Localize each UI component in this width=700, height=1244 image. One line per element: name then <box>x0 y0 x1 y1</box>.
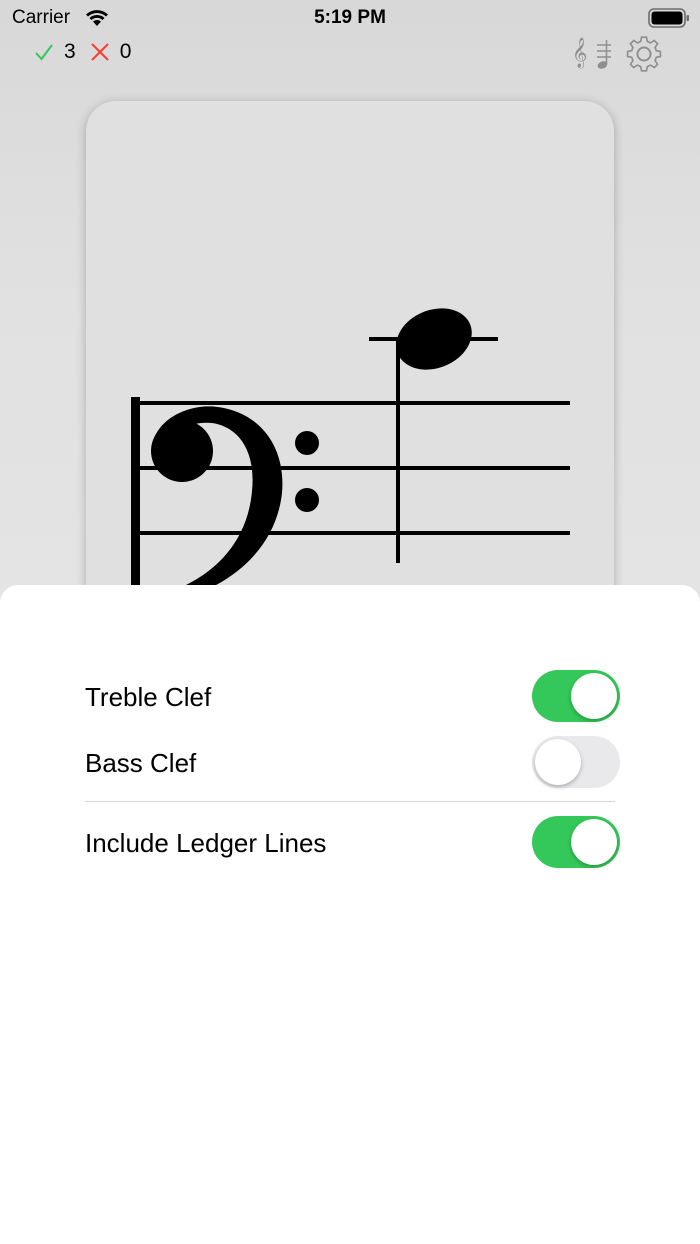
treble-clef-toggle[interactable] <box>532 670 620 722</box>
cross-icon <box>90 43 109 61</box>
bass-clef-toggle[interactable] <box>532 736 620 788</box>
bass-clef-icon <box>151 406 319 585</box>
ledger-lines-icon[interactable] <box>594 38 614 72</box>
setting-row-ledger-lines: Include Ledger Lines <box>85 816 620 868</box>
ledger-lines-label: Include Ledger Lines <box>85 828 327 858</box>
bass-staff <box>131 308 570 585</box>
bass-clef-label: Bass Clef <box>85 748 197 778</box>
toggle-knob <box>571 819 617 865</box>
settings-sheet: Treble Clef Bass Clef Include Ledger Lin… <box>0 585 700 1244</box>
correct-count: 3 <box>64 40 76 63</box>
wrong-count: 0 <box>119 40 132 63</box>
toggle-knob <box>535 739 581 785</box>
toolbar: 𝄞 <box>568 34 668 74</box>
ledger-lines-toggle[interactable] <box>532 816 620 868</box>
divider <box>85 801 615 802</box>
note-card[interactable] <box>86 101 614 661</box>
status-time: 5:19 PM <box>314 7 386 28</box>
gear-icon[interactable] <box>624 34 664 74</box>
toggle-knob <box>571 673 617 719</box>
staff-barline <box>131 397 140 585</box>
note-head <box>396 308 472 370</box>
checkmark-icon <box>35 44 53 61</box>
battery-icon <box>648 8 689 28</box>
status-bar: Carrier 5:19 PM <box>0 0 700 36</box>
setting-row-bass-clef: Bass Clef <box>85 736 620 788</box>
score-display: 3 0 <box>34 40 145 64</box>
treble-clef-icon[interactable]: 𝄞 <box>572 38 587 69</box>
setting-row-treble-clef: Treble Clef <box>85 670 620 722</box>
treble-clef-label: Treble Clef <box>85 682 212 712</box>
